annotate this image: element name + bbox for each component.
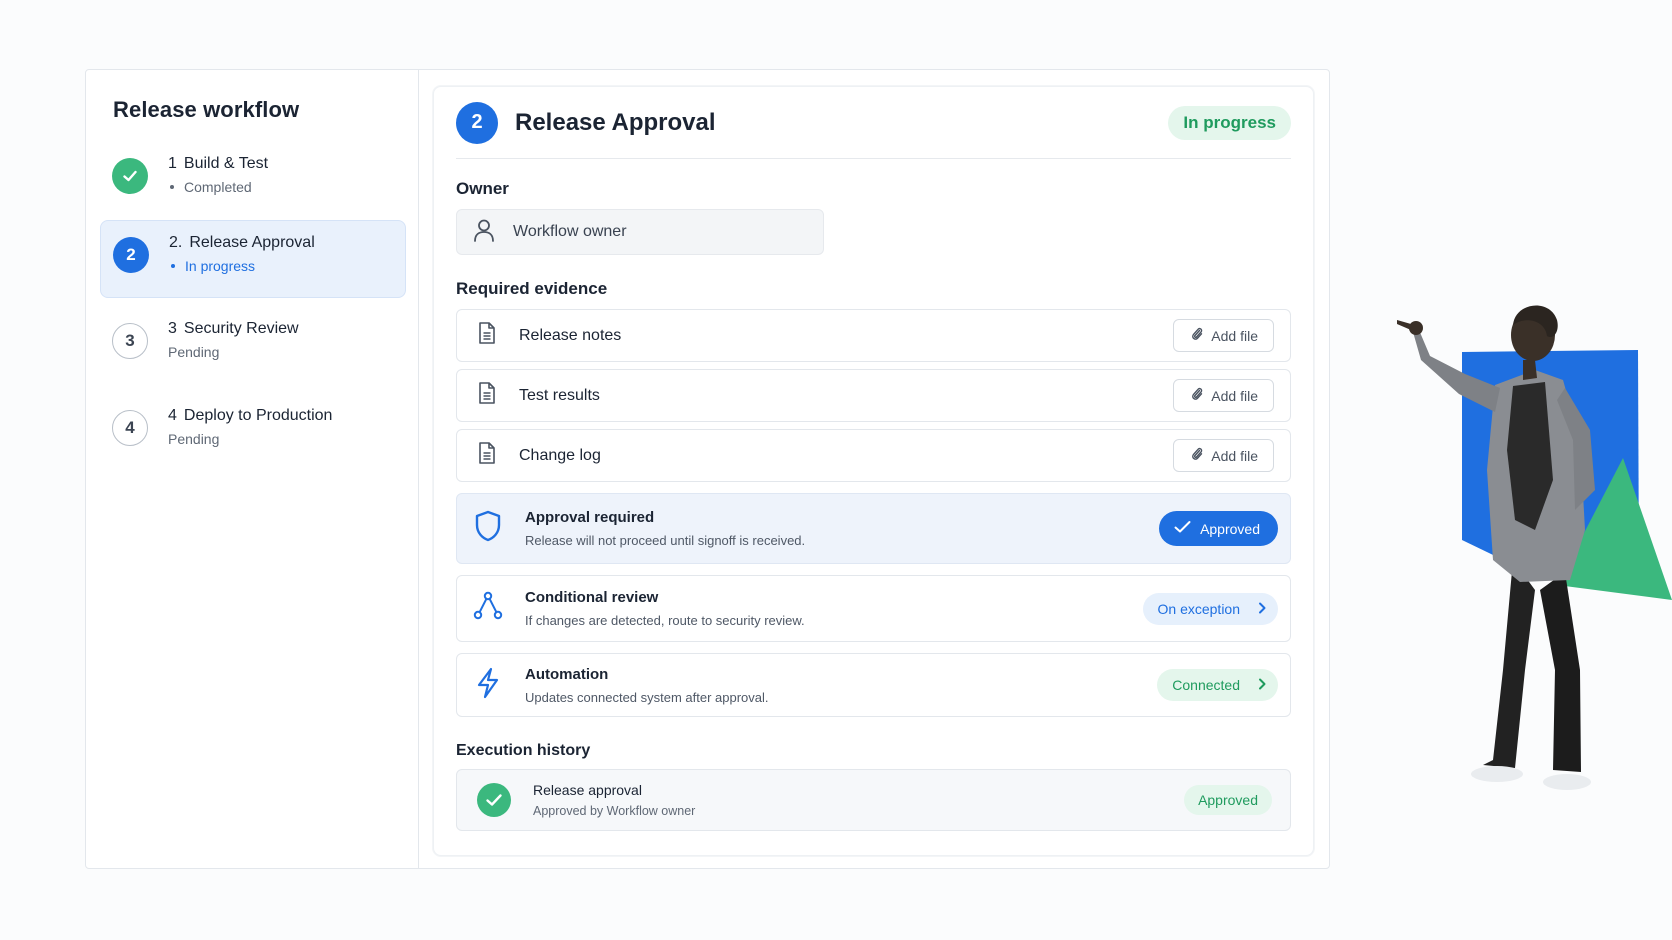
- chevron-right-icon: [1258, 601, 1266, 617]
- step-release-approval[interactable]: 2 2. Release Approval In progress: [100, 220, 406, 298]
- approved-button[interactable]: Approved: [1159, 511, 1278, 546]
- step-status: Pending: [168, 344, 220, 360]
- evidence-row: Change log Add file: [456, 429, 1291, 482]
- chevron-right-icon: [1258, 677, 1266, 693]
- step-status: Completed: [168, 179, 252, 195]
- rule-description: Updates connected system after approval.: [525, 689, 769, 705]
- rule-approval-required: Approval required Release will not proce…: [456, 493, 1291, 564]
- step-label: 2. Release Approval: [169, 234, 315, 251]
- on-exception-button[interactable]: On exception: [1142, 592, 1278, 625]
- document-icon: [477, 381, 497, 410]
- rule-title: Approval required: [525, 509, 655, 526]
- connected-button[interactable]: Connected: [1157, 669, 1278, 701]
- history-item: Release approval Approved by Workflow ow…: [456, 769, 1291, 831]
- owner-label: Owner: [456, 179, 509, 198]
- lightning-icon: [473, 667, 503, 704]
- rule-title: Conditional review: [525, 589, 659, 606]
- document-icon: [477, 321, 497, 350]
- rule-automation: Automation Updates connected system afte…: [456, 653, 1291, 717]
- owner-field[interactable]: Workflow owner: [456, 209, 824, 255]
- step-label: 4 Deploy to Production: [168, 407, 333, 424]
- evidence-name: Release notes: [519, 326, 622, 344]
- status-badge: In progress: [1168, 105, 1291, 140]
- branch-icon: [473, 591, 503, 626]
- evidence-name: Change log: [519, 446, 601, 464]
- step-number-badge: 3: [112, 323, 148, 359]
- presenter-illustration: [1385, 290, 1672, 800]
- history-description: Approved by Workflow owner: [533, 804, 696, 818]
- add-file-button[interactable]: Add file: [1173, 439, 1274, 472]
- evidence-row: Release notes Add file: [456, 309, 1291, 362]
- step-deploy-production[interactable]: 4 4 Deploy to Production Pending: [100, 394, 406, 472]
- step-number-badge: 2: [456, 101, 498, 144]
- rule-title: Automation: [525, 665, 609, 683]
- page-title: Release Approval: [515, 108, 716, 136]
- evidence-name: Test results: [519, 386, 600, 404]
- paperclip-icon: [1191, 446, 1203, 465]
- user-icon: [473, 218, 495, 247]
- step-status: In progress: [169, 258, 255, 274]
- add-file-button[interactable]: Add file: [1173, 379, 1274, 412]
- step-detail: 2 Release Approval In progress Owner Wor…: [419, 70, 1329, 868]
- check-icon: [112, 158, 148, 194]
- evidence-label: Required evidence: [456, 279, 608, 298]
- workflow-sidebar: Release workflow 1 Build & Test Completed…: [86, 70, 419, 868]
- sidebar-title: Release workflow: [113, 97, 300, 122]
- history-status-badge: Approved: [1184, 785, 1272, 815]
- paperclip-icon: [1191, 386, 1203, 405]
- step-status: Pending: [168, 431, 220, 447]
- history-title: Release approval: [533, 782, 642, 798]
- check-icon: [477, 783, 511, 817]
- step-detail-panel: 2 Release Approval In progress Owner Wor…: [433, 86, 1314, 856]
- step-number-badge: 2: [113, 237, 149, 273]
- step-security-review[interactable]: 3 3 Security Review Pending: [100, 307, 406, 385]
- shield-icon: [473, 509, 503, 548]
- rule-description: If changes are detected, route to securi…: [525, 613, 805, 628]
- step-build-test[interactable]: 1 Build & Test Completed: [100, 142, 406, 220]
- history-label: Execution history: [456, 742, 591, 759]
- panel-header: 2 Release Approval In progress: [456, 87, 1291, 159]
- rule-description: Release will not proceed until signoff i…: [525, 533, 806, 548]
- document-icon: [477, 441, 497, 470]
- step-label: 3 Security Review: [168, 320, 299, 337]
- step-number-badge: 4: [112, 410, 148, 446]
- add-file-button[interactable]: Add file: [1173, 319, 1274, 352]
- check-icon: [1174, 520, 1191, 537]
- step-label: 1 Build & Test: [168, 155, 269, 172]
- evidence-row: Test results Add file: [456, 369, 1291, 422]
- workflow-card: Release workflow 1 Build & Test Completed…: [85, 69, 1330, 869]
- paperclip-icon: [1191, 326, 1203, 345]
- rule-conditional-review: Conditional review If changes are detect…: [456, 575, 1291, 642]
- owner-value: Workflow owner: [513, 223, 627, 240]
